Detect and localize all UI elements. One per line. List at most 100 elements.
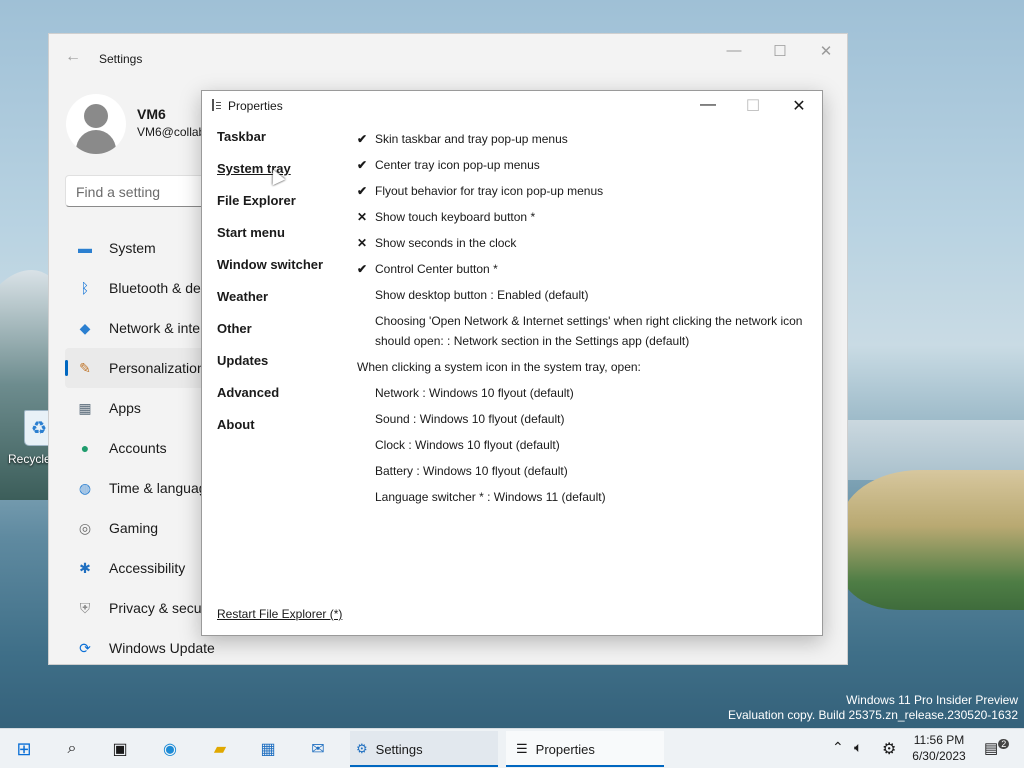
recycle-bin-desktop-icon[interactable]: ♻ Recycle xyxy=(8,410,54,466)
notification-icon[interactable]: ▤ 2 xyxy=(984,739,1010,757)
option-label: Show touch keyboard button * xyxy=(375,210,536,224)
monitor-icon: ▬ xyxy=(78,240,92,256)
build-watermark: Windows 11 Pro Insider Preview Evaluatio… xyxy=(728,693,1018,723)
option-label: Show seconds in the clock xyxy=(375,236,517,250)
wallpaper-grass xyxy=(840,470,1024,610)
nav-item-label: Accessibility xyxy=(109,560,186,576)
active-indicator xyxy=(506,765,664,767)
account-icon: ● xyxy=(80,440,90,456)
section-heading: When clicking a system icon in the syste… xyxy=(357,360,641,374)
option-label: Language switcher * : Windows 11 (defaul… xyxy=(375,490,606,504)
sidebar-item-other[interactable]: Other xyxy=(217,321,323,353)
user-name: VM6 xyxy=(137,106,166,122)
option-show-desktop[interactable]: Show desktop button : Enabled (default) xyxy=(357,282,807,308)
nav-item-label: Privacy & secur xyxy=(109,600,207,616)
option-center-menus[interactable]: ✔ Center tray icon pop-up menus xyxy=(357,152,807,178)
taskbar-app-settings[interactable]: ⚙ Settings xyxy=(350,731,498,767)
nav-item-label: System xyxy=(109,240,156,256)
shield-icon: ⛨ xyxy=(79,599,91,616)
avatar[interactable] xyxy=(66,94,126,154)
gear-icon: ⚙ xyxy=(356,741,368,756)
back-arrow-icon[interactable]: ← xyxy=(65,48,81,66)
globe-icon: ◍ xyxy=(78,479,92,496)
option-label: Network : Windows 10 flyout (default) xyxy=(375,386,574,400)
update-icon: ⟳ xyxy=(79,639,91,656)
check-icon: ✔ xyxy=(357,158,368,172)
wifi-icon: ◆ xyxy=(79,319,91,336)
option-label: Battery : Windows 10 flyout (default) xyxy=(375,464,568,478)
option-label: Center tray icon pop-up menus xyxy=(375,158,540,172)
taskbar: ⊞ ⌕ ▣ ◉ ▰ ▦ ✉ ⚙ Settings ☰ Properties ⌃ … xyxy=(0,728,1024,768)
settings-titlebar: ← Settings — ☐ ✕ xyxy=(49,34,847,82)
option-label: Choosing 'Open Network & Internet settin… xyxy=(375,314,803,348)
sidebar-item-advanced[interactable]: Advanced xyxy=(217,385,323,417)
option-language-switcher[interactable]: Language switcher * : Windows 11 (defaul… xyxy=(357,484,807,510)
task-view-icon[interactable]: ▣ xyxy=(106,735,134,763)
cross-icon: ✕ xyxy=(357,236,368,250)
nav-item-label: Windows Update xyxy=(109,640,215,656)
store-icon[interactable]: ▦ xyxy=(254,735,282,763)
properties-app-icon: ☰ xyxy=(516,741,528,756)
properties-app-icon xyxy=(212,99,222,111)
mail-icon[interactable]: ✉ xyxy=(304,735,332,763)
option-flyout-behavior[interactable]: ✔ Flyout behavior for tray icon pop-up me… xyxy=(357,178,807,204)
clock[interactable]: 11:56 PM 6/30/2023 xyxy=(904,732,974,764)
close-icon[interactable]: ✕ xyxy=(811,42,841,60)
check-icon: ✔ xyxy=(357,262,368,276)
watermark-line: Evaluation copy. Build 25375.zn_release.… xyxy=(728,708,1018,722)
accessibility-icon: ✱ xyxy=(79,559,91,576)
option-clock-seconds[interactable]: ✕ Show seconds in the clock xyxy=(357,230,807,256)
option-label: Control Center button * xyxy=(375,262,498,276)
restart-explorer-link[interactable]: Restart File Explorer (*) xyxy=(217,607,342,621)
maximize-icon[interactable]: ☐ xyxy=(765,42,795,60)
nav-item-label: Bluetooth & de xyxy=(109,280,201,296)
speaker-icon[interactable]: 🔈︎ xyxy=(854,739,862,756)
option-touch-keyboard[interactable]: ✕ Show touch keyboard button * xyxy=(357,204,807,230)
clock-date: 6/30/2023 xyxy=(912,749,966,763)
clock-time: 11:56 PM xyxy=(913,733,965,747)
nav-item-label: Network & inte xyxy=(109,320,201,336)
apps-icon: ▦ xyxy=(78,399,92,416)
sidebar-item-updates[interactable]: Updates xyxy=(217,353,323,385)
option-label: Show desktop button : Enabled (default) xyxy=(375,288,589,302)
gear-icon[interactable]: ⚙ xyxy=(882,739,896,759)
option-network-flyout[interactable]: Network : Windows 10 flyout (default) xyxy=(357,380,807,406)
option-label: Flyout behavior for tray icon pop-up men… xyxy=(375,184,604,198)
minimize-icon[interactable]: — xyxy=(693,96,723,114)
search-icon[interactable]: ⌕ xyxy=(58,735,86,763)
sidebar-item-file-explorer[interactable]: File Explorer xyxy=(217,193,323,225)
check-icon: ✔ xyxy=(357,132,368,146)
nav-item-label: Accounts xyxy=(109,440,167,456)
nav-item-label: Time & languag xyxy=(109,480,207,496)
bluetooth-icon: ᛒ xyxy=(80,280,90,296)
sidebar-item-weather[interactable]: Weather xyxy=(217,289,323,321)
option-clock-flyout[interactable]: Clock : Windows 10 flyout (default) xyxy=(357,432,807,458)
taskbar-app-properties[interactable]: ☰ Properties xyxy=(506,731,664,767)
option-sound-flyout[interactable]: Sound : Windows 10 flyout (default) xyxy=(357,406,807,432)
nav-item-label: Gaming xyxy=(109,520,159,536)
option-control-center[interactable]: ✔ Control Center button * xyxy=(357,256,807,282)
system-tray-options: ✔ Skin taskbar and tray pop-up menus ✔ Cen… xyxy=(357,126,807,510)
close-icon[interactable]: ✕ xyxy=(784,96,814,116)
edge-browser-icon[interactable]: ◉ xyxy=(156,735,184,763)
watermark-line: Windows 11 Pro Insider Preview xyxy=(846,693,1018,707)
sidebar-item-taskbar[interactable]: Taskbar xyxy=(217,129,323,161)
settings-title: Settings xyxy=(99,52,143,66)
minimize-icon[interactable]: — xyxy=(719,42,749,59)
file-explorer-icon[interactable]: ▰ xyxy=(206,735,234,763)
sidebar-item-about[interactable]: About xyxy=(217,417,323,449)
taskbar-app-label: Properties xyxy=(535,741,595,757)
sidebar-item-window-switcher[interactable]: Window switcher xyxy=(217,257,323,289)
option-network-settings[interactable]: Choosing 'Open Network & Internet settin… xyxy=(357,308,807,354)
notification-badge: 2 xyxy=(998,739,1010,749)
start-windows-icon[interactable]: ⊞ xyxy=(10,735,38,763)
sidebar-item-start-menu[interactable]: Start menu xyxy=(217,225,323,257)
chevron-up-icon[interactable]: ⌃ xyxy=(832,739,844,756)
check-icon: ✔ xyxy=(357,184,368,198)
properties-title: Properties xyxy=(228,99,283,113)
properties-titlebar: Properties — ☐ ✕ xyxy=(202,91,822,121)
option-label: Clock : Windows 10 flyout (default) xyxy=(375,438,560,452)
user-email: VM6@collab xyxy=(137,125,206,139)
option-skin-menus[interactable]: ✔ Skin taskbar and tray pop-up menus xyxy=(357,126,807,152)
option-battery-flyout[interactable]: Battery : Windows 10 flyout (default) xyxy=(357,458,807,484)
